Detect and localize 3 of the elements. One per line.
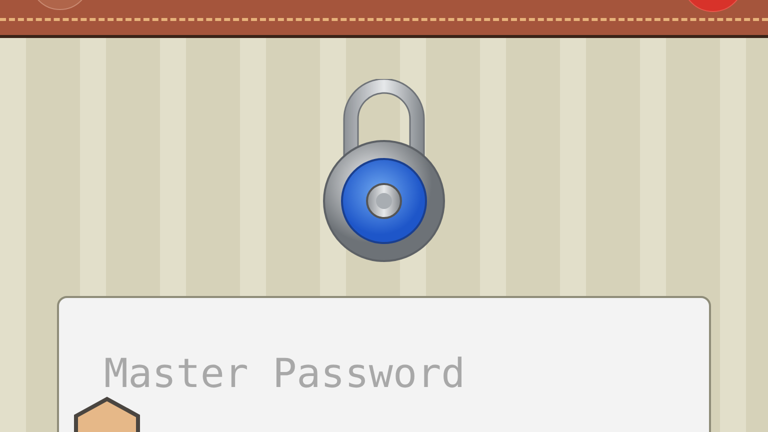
padlock-icon [322,79,446,265]
password-input[interactable]: Master Password [104,344,664,404]
password-field[interactable]: Master Password [57,296,711,432]
